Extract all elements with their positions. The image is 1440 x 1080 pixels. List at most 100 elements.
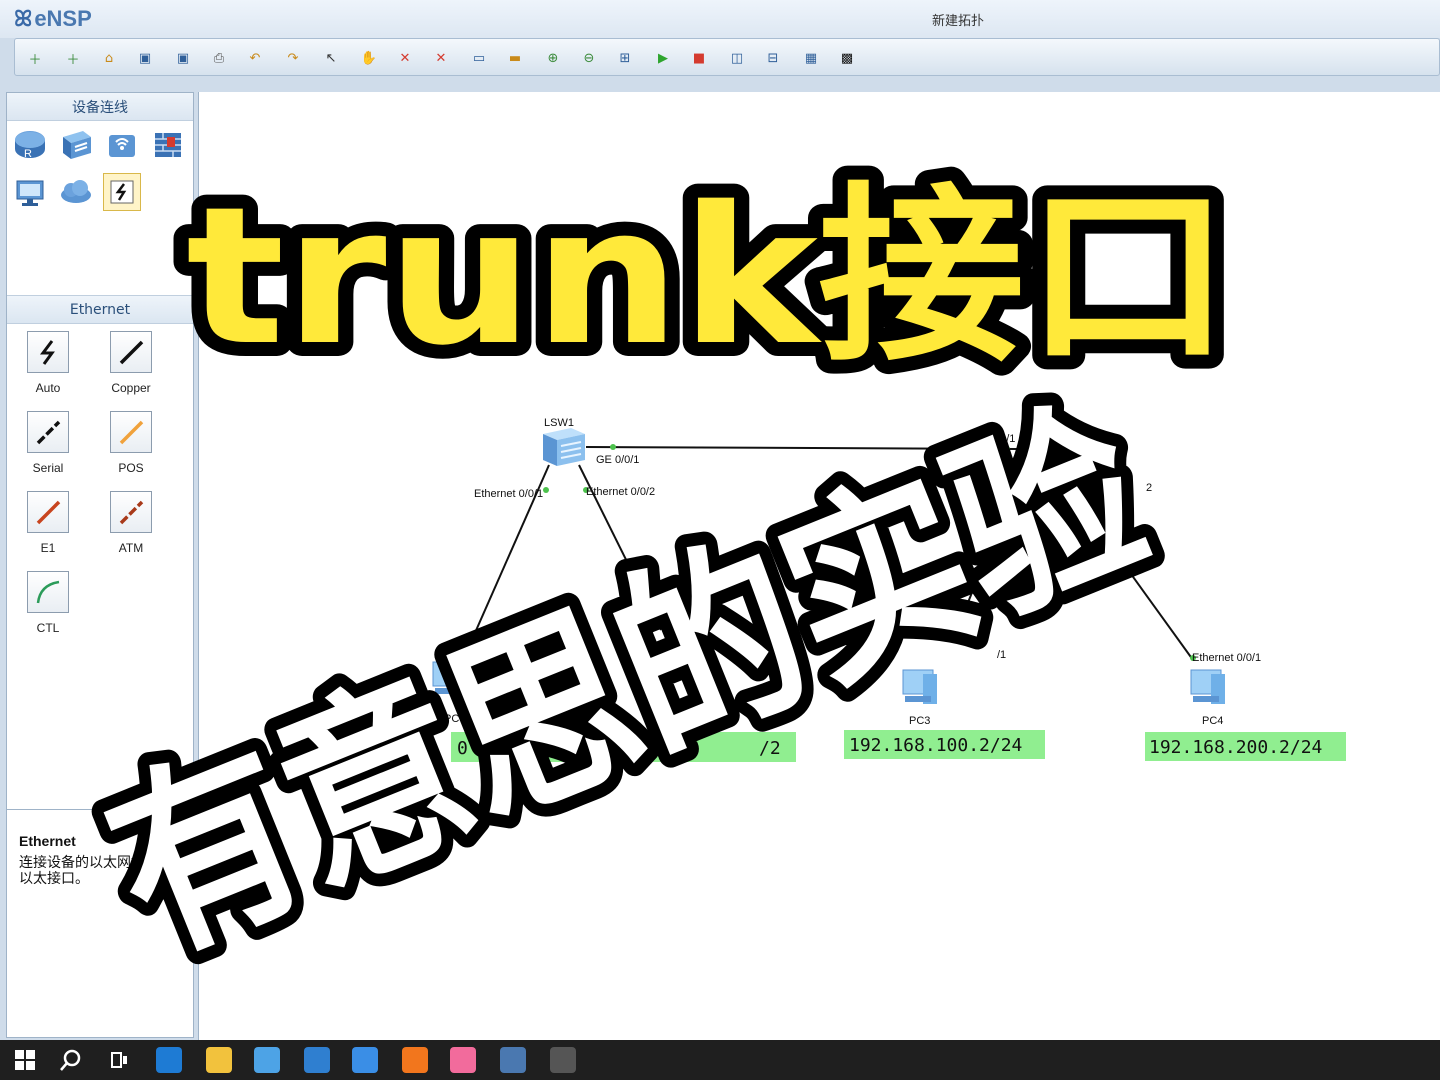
cable-copper-icon[interactable] bbox=[110, 331, 152, 373]
cable-atm-icon[interactable] bbox=[110, 491, 152, 533]
ip-label-partial: 2 bbox=[689, 719, 700, 740]
cable-label: E1 bbox=[40, 541, 56, 555]
pan-icon[interactable]: ✋ bbox=[359, 48, 379, 68]
text-icon[interactable]: ▭ bbox=[469, 48, 489, 68]
cloud-device-icon[interactable] bbox=[59, 175, 93, 209]
ip-badge-partial bbox=[451, 732, 796, 762]
zoom-out-icon[interactable]: ⊖ bbox=[579, 48, 599, 68]
redo-icon[interactable]: ↷ bbox=[283, 48, 303, 68]
cable-label: Copper bbox=[111, 381, 151, 395]
taskbar bbox=[0, 1040, 1440, 1080]
zoom-in-icon[interactable]: ⊕ bbox=[543, 48, 563, 68]
cable-category-icon[interactable] bbox=[103, 173, 141, 211]
topology-canvas[interactable]: LSW1 LSW2 GE 0/0/1 GE 0/0/1 Ethernet 0/0… bbox=[198, 92, 1440, 1040]
ip-label-pc3: 192.168.100.2/24 bbox=[849, 735, 1022, 756]
switch-device-icon[interactable] bbox=[59, 127, 93, 161]
bilibili-icon[interactable] bbox=[450, 1047, 476, 1073]
lsw2-label: LSW2 bbox=[1022, 408, 1052, 420]
new-topology-icon[interactable]: ＋ bbox=[25, 48, 45, 68]
link-lsw2-pc4 bbox=[1055, 469, 1194, 661]
port-label: /1 bbox=[997, 649, 1006, 661]
mail-icon[interactable] bbox=[304, 1047, 330, 1073]
save-icon[interactable]: ▣ bbox=[135, 48, 155, 68]
port-dot bbox=[1004, 446, 1010, 452]
select-icon[interactable]: ↖ bbox=[321, 48, 341, 68]
topology-icon[interactable]: ⊟ bbox=[763, 48, 783, 68]
task-view-icon[interactable] bbox=[106, 1047, 132, 1073]
window-title: 新建拓扑 bbox=[932, 14, 985, 29]
cable-pos-icon[interactable] bbox=[110, 411, 152, 453]
save-as-icon[interactable]: ▣ bbox=[173, 48, 193, 68]
port-label: Ethernet 0/0/1 bbox=[474, 488, 543, 500]
delete-link-icon[interactable]: ✕ bbox=[431, 48, 451, 68]
fit-icon[interactable]: ⊞ bbox=[615, 48, 635, 68]
search-icon[interactable] bbox=[58, 1047, 84, 1073]
firefox-icon[interactable] bbox=[402, 1047, 428, 1073]
port-label: Ethernet 0/0/2 bbox=[586, 486, 655, 498]
devices-header: 设备连线 bbox=[7, 93, 193, 121]
wireless-device-icon[interactable] bbox=[105, 127, 139, 161]
port-label: Ethernet 0/0/1 bbox=[1192, 652, 1261, 664]
capture-icon[interactable]: ◫ bbox=[727, 48, 747, 68]
pc1-label: PC bbox=[444, 713, 459, 725]
grid-icon[interactable]: ▦ bbox=[801, 48, 821, 68]
store-icon[interactable] bbox=[254, 1047, 280, 1073]
ensp-logo-icon: ꕤ bbox=[14, 6, 33, 31]
pc1-icon[interactable] bbox=[432, 661, 467, 696]
ensp-icon[interactable] bbox=[500, 1047, 526, 1073]
svg-text:R: R bbox=[24, 148, 32, 160]
port-label: GE 0/0/1 bbox=[972, 433, 1015, 445]
delete-icon[interactable]: ✕ bbox=[395, 48, 415, 68]
divider bbox=[7, 809, 193, 810]
lsw1-label: LSW1 bbox=[544, 417, 574, 429]
ip-label-partial: 0 bbox=[457, 738, 468, 759]
print-icon[interactable]: ⎙ bbox=[209, 48, 229, 68]
console-icon[interactable]: ▩ bbox=[837, 48, 857, 68]
feishu-icon[interactable] bbox=[352, 1047, 378, 1073]
port-dot bbox=[543, 487, 549, 493]
switch-lsw1-icon[interactable] bbox=[543, 428, 585, 466]
ip-label-pc4: 192.168.200.2/24 bbox=[1149, 737, 1322, 758]
cable-label: Auto bbox=[35, 381, 61, 395]
info-text: 连接设备的以太网接口。兆以太接口。 bbox=[19, 855, 187, 887]
cables-header: Ethernet bbox=[7, 295, 193, 324]
pc4-label: PC4 bbox=[1202, 715, 1223, 727]
cable-ctl-icon[interactable] bbox=[27, 571, 69, 613]
ip-label-partial: 1 bbox=[649, 738, 660, 759]
cable-e1-icon[interactable] bbox=[27, 491, 69, 533]
port-label: tl bbox=[669, 655, 675, 667]
rectangle-icon[interactable]: ▬ bbox=[505, 48, 525, 68]
router-device-icon[interactable]: R bbox=[13, 127, 47, 161]
app-name: eNSP bbox=[34, 6, 92, 31]
app-logo: ꕤeNSP bbox=[14, 6, 92, 32]
pc3-icon[interactable] bbox=[902, 669, 937, 704]
pc-device-icon[interactable] bbox=[13, 175, 47, 209]
pc4-icon[interactable] bbox=[1190, 669, 1225, 704]
main-toolbar: ＋ ＋ ⌂ ▣ ▣ ⎙ ↶ ↷ ↖ ✋ ✕ ✕ ▭ ▬ ⊕ ⊖ ⊞ ▶ ■ ◫ ⊟ ▦ ▩ bbox=[14, 38, 1440, 76]
start-icon[interactable]: ▶ bbox=[653, 48, 673, 68]
new-page-icon[interactable]: ＋ bbox=[63, 48, 83, 68]
port-label: GE 0/0/1 bbox=[596, 454, 639, 466]
ip-label-partial: /2 bbox=[759, 738, 781, 759]
cable-label: POS bbox=[118, 461, 144, 475]
cable-auto-icon[interactable] bbox=[27, 331, 69, 373]
port-label: Ethernet 0/0 bbox=[946, 486, 1006, 498]
device-sidebar: 设备连线 R Ethernet Auto Copper Serial POS E1 ATM… bbox=[6, 92, 194, 1038]
stop-icon[interactable]: ■ bbox=[689, 48, 709, 68]
edge-icon[interactable] bbox=[156, 1047, 182, 1073]
capture-tool-icon[interactable] bbox=[550, 1047, 576, 1073]
pc3-label: PC3 bbox=[909, 715, 930, 727]
cable-label: ATM bbox=[118, 541, 144, 555]
explorer-icon[interactable] bbox=[206, 1047, 232, 1073]
port-label: 2 bbox=[1146, 482, 1152, 494]
link-lsw1-lsw2 bbox=[585, 446, 1024, 450]
port-label: Ethernet 0/0/1 bbox=[476, 645, 545, 657]
title-bar: ꕤeNSP 新建拓扑 bbox=[0, 0, 1440, 38]
cable-serial-icon[interactable] bbox=[27, 411, 69, 453]
switch-lsw2-icon[interactable] bbox=[1023, 428, 1065, 466]
start-icon[interactable] bbox=[12, 1047, 38, 1073]
undo-icon[interactable]: ↶ bbox=[245, 48, 265, 68]
info-title: Ethernet bbox=[19, 833, 76, 849]
firewall-device-icon[interactable] bbox=[151, 127, 185, 161]
open-icon[interactable]: ⌂ bbox=[99, 48, 119, 68]
